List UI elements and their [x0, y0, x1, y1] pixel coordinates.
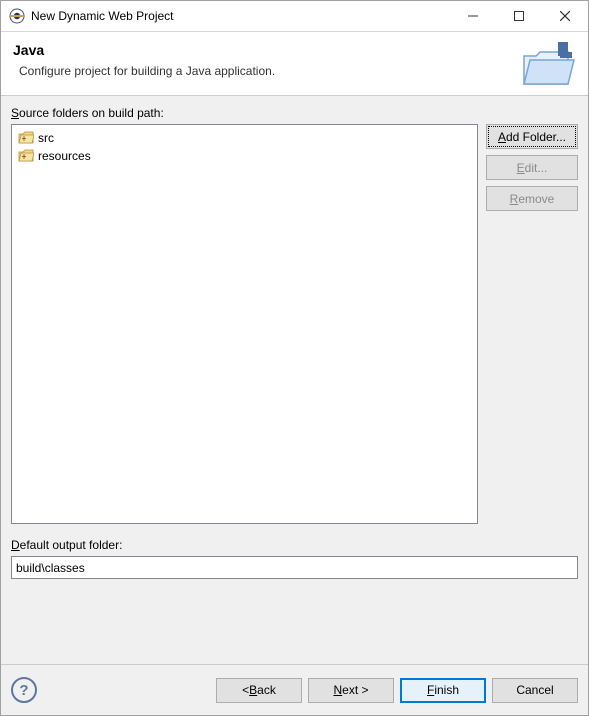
finish-button[interactable]: Finish	[400, 678, 486, 703]
maximize-button[interactable]	[496, 1, 542, 31]
minimize-button[interactable]	[450, 1, 496, 31]
package-folder-icon	[18, 149, 34, 163]
output-folder-label: Default output folder:	[11, 538, 578, 552]
output-folder-input[interactable]	[11, 556, 578, 579]
package-folder-icon	[18, 131, 34, 145]
side-buttons: Add Folder... Edit... Remove	[486, 124, 578, 524]
page-title: Java	[13, 42, 576, 58]
cancel-button[interactable]: Cancel	[492, 678, 578, 703]
source-folder-item[interactable]: resources	[16, 147, 473, 165]
wizard-header: Java Configure project for building a Ja…	[1, 32, 588, 96]
folder-item-label: resources	[38, 149, 91, 163]
close-button[interactable]	[542, 1, 588, 31]
titlebar-title: New Dynamic Web Project	[31, 9, 450, 23]
next-button[interactable]: Next >	[308, 678, 394, 703]
edit-button: Edit...	[486, 155, 578, 180]
folder-item-label: src	[38, 131, 54, 145]
add-folder-button[interactable]: Add Folder...	[486, 124, 578, 149]
page-subtitle: Configure project for building a Java ap…	[13, 64, 576, 78]
titlebar[interactable]: New Dynamic Web Project	[1, 1, 588, 32]
folder-banner-icon	[520, 40, 576, 93]
help-icon[interactable]: ?	[11, 677, 37, 703]
app-icon	[9, 8, 25, 24]
source-folder-item[interactable]: src	[16, 129, 473, 147]
source-folders-list[interactable]: src resources	[11, 124, 478, 524]
remove-button: Remove	[486, 186, 578, 211]
content-area: Source folders on build path: src resourc…	[1, 96, 588, 664]
source-folders-label: Source folders on build path:	[11, 106, 578, 120]
footer: ? < Back Next > Finish Cancel	[1, 664, 588, 715]
back-button[interactable]: < Back	[216, 678, 302, 703]
